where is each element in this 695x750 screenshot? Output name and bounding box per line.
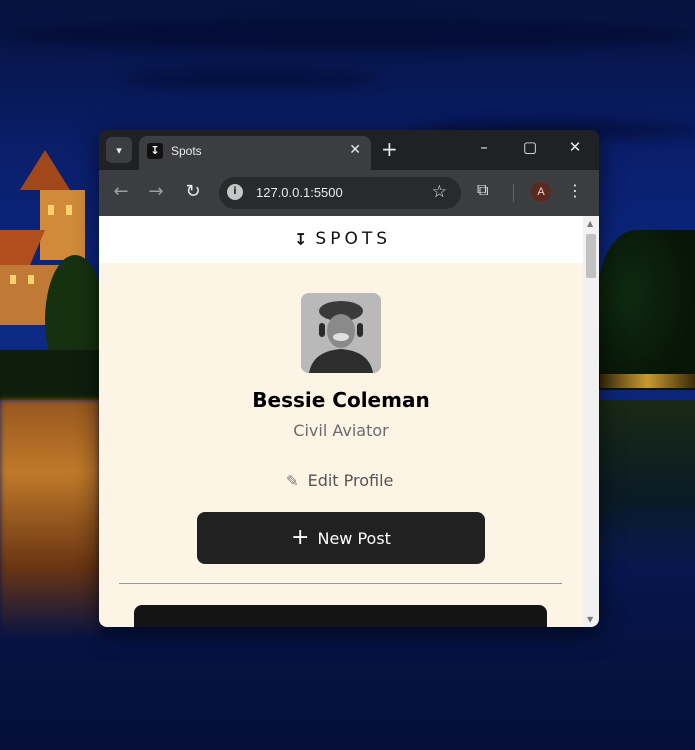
maximize-icon[interactable]: ▢ — [515, 138, 545, 156]
new-tab-button[interactable]: + — [381, 138, 398, 160]
castle-image — [0, 150, 105, 400]
site-logo[interactable]: ↧ SPOTS — [294, 229, 391, 249]
scroll-down-arrow-icon[interactable]: ▼ — [587, 615, 593, 624]
back-button[interactable]: ← — [109, 182, 133, 202]
minimize-icon[interactable]: – — [469, 138, 499, 156]
spots-logo-icon: ↧ — [294, 229, 308, 249]
post-card[interactable] — [134, 605, 547, 627]
close-icon[interactable]: ✕ — [349, 142, 361, 158]
reload-button[interactable]: ↻ — [181, 182, 205, 202]
bridge-lights — [600, 374, 695, 388]
tab-search-button[interactable]: ▾ — [106, 137, 132, 163]
chevron-down-icon: ▾ — [116, 143, 122, 157]
tab-title: Spots — [171, 144, 202, 158]
spots-logo-icon: ↧ — [147, 143, 163, 159]
edit-profile-button[interactable]: ✎ Edit Profile — [286, 471, 393, 490]
castle-reflection — [0, 400, 100, 640]
forward-button[interactable]: → — [144, 182, 168, 202]
profile-name: Bessie Coleman — [252, 388, 430, 412]
logo-text: SPOTS — [315, 229, 392, 249]
tab-spots[interactable]: ↧ Spots ✕ — [139, 136, 371, 170]
new-post-label: New Post — [317, 528, 391, 548]
star-icon[interactable]: ☆ — [432, 182, 447, 202]
pencil-icon: ✎ — [286, 471, 299, 490]
info-icon[interactable]: i — [227, 184, 243, 200]
page-viewport: ↧ SPOTS Bessie Coleman Civil Aviator ✎ E… — [99, 216, 583, 627]
puzzle-icon[interactable]: ⧉ — [477, 180, 488, 200]
profile-avatar-button[interactable]: A — [531, 182, 551, 202]
new-post-button[interactable]: + New Post — [197, 512, 485, 564]
plus-icon: + — [291, 525, 310, 550]
site-header: ↧ SPOTS — [99, 216, 583, 263]
window-close-icon[interactable]: ✕ — [560, 138, 590, 156]
browser-toolbar: ← → ↻ i 127.0.0.1:5500 ☆ ⧉ A ⋮ — [99, 170, 599, 216]
toolbar-divider — [513, 184, 514, 202]
tab-strip: ▾ ↧ Spots ✕ + – ▢ ✕ — [99, 130, 599, 170]
page-scrollbar[interactable]: ▲ ▼ — [583, 216, 599, 627]
scroll-up-arrow-icon[interactable]: ▲ — [587, 219, 593, 228]
scrollbar-thumb[interactable] — [586, 234, 596, 278]
profile-role: Civil Aviator — [293, 421, 389, 440]
profile-avatar — [301, 293, 381, 373]
trees-image — [598, 230, 695, 390]
url-text[interactable]: 127.0.0.1:5500 — [256, 185, 343, 200]
browser-window: ▾ ↧ Spots ✕ + – ▢ ✕ ← → ↻ i 127.0.0.1:55… — [99, 130, 599, 627]
trees-reflection — [598, 400, 695, 570]
address-bar[interactable]: i 127.0.0.1:5500 ☆ — [219, 177, 461, 209]
kebab-icon[interactable]: ⋮ — [567, 181, 583, 200]
section-divider — [119, 583, 562, 584]
edit-profile-label: Edit Profile — [307, 471, 394, 490]
